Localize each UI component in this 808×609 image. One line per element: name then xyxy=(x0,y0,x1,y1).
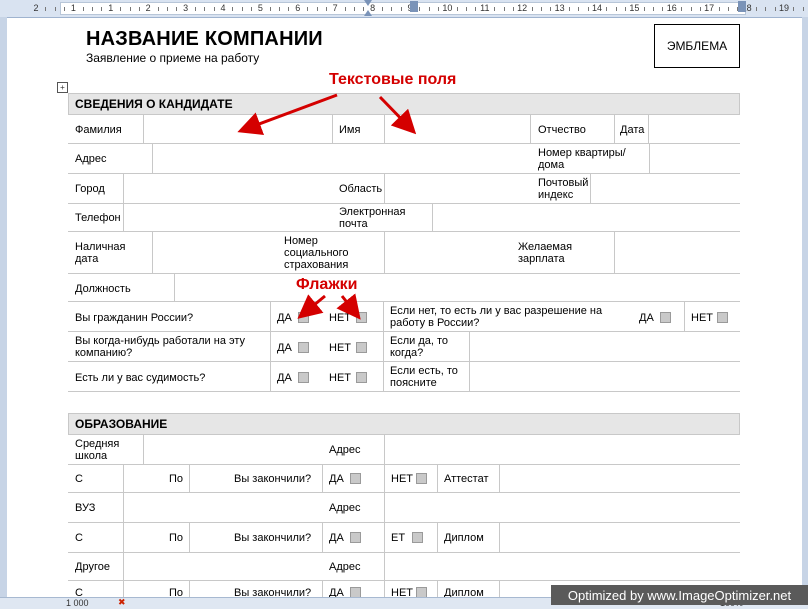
arrow-to-no-checkbox xyxy=(336,293,361,320)
spell-check-icon[interactable]: ✖ xyxy=(118,597,126,608)
arrow-to-name-field xyxy=(378,95,417,135)
annotation-arrows xyxy=(237,93,417,320)
watermark: Optimized by www.ImageOptimizer.net xyxy=(551,585,808,605)
status-left-text: 1 000 xyxy=(66,598,89,608)
arrow-to-surname-field xyxy=(237,93,338,135)
arrow-to-yes-checkbox xyxy=(297,294,326,319)
